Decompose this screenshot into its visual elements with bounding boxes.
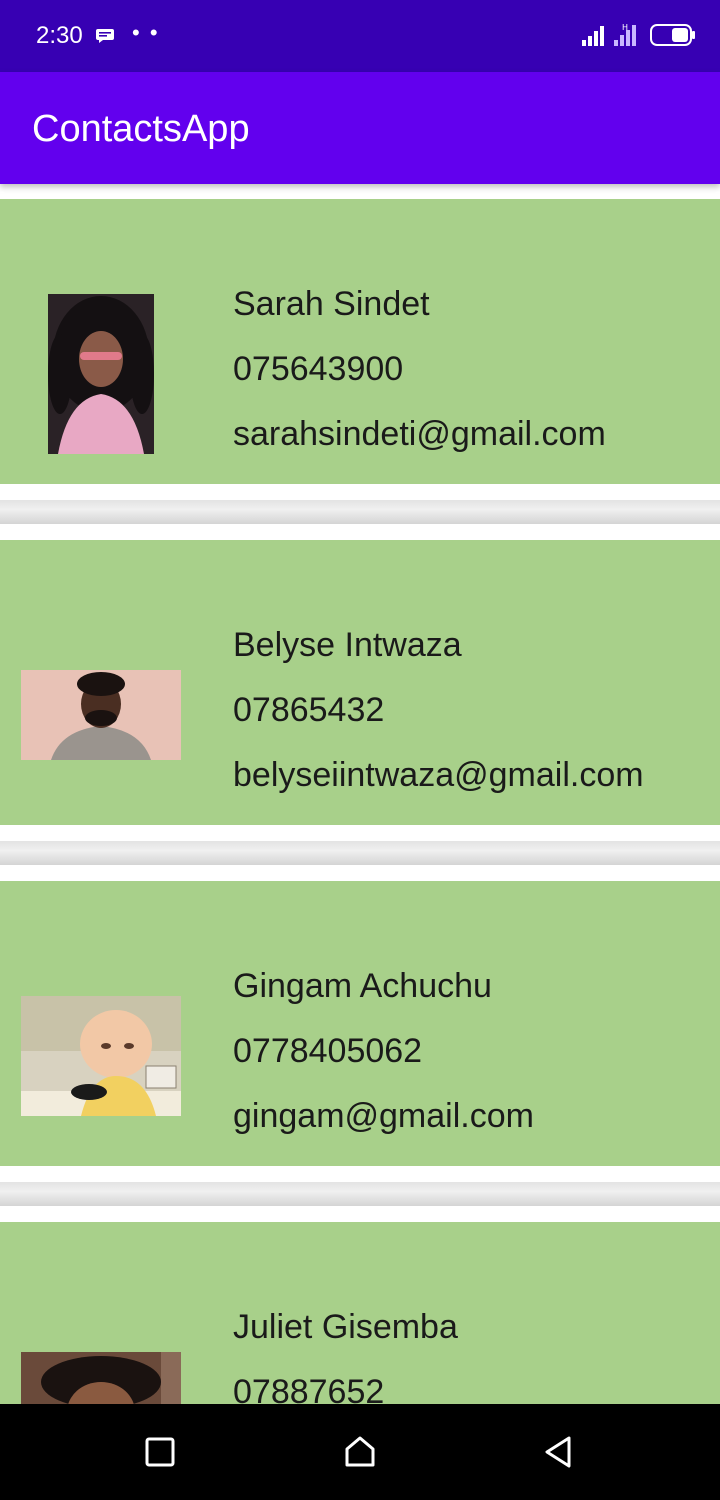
card-divider: [0, 500, 720, 524]
contact-phone[interactable]: 0778405062: [233, 1031, 534, 1096]
card-divider: [0, 1182, 720, 1206]
contact-name: Gingam Achuchu: [233, 967, 492, 1005]
contact-phone[interactable]: 07865432: [233, 690, 644, 755]
contact-card[interactable]: Juliet Gisemba 07887652: [0, 1222, 720, 1404]
contact-name: Belyse Intwaza: [233, 626, 462, 664]
contact-photo: [21, 996, 181, 1116]
svg-text:H: H: [622, 23, 628, 32]
contact-card[interactable]: Belyse Intwaza 07865432 belyseiintwaza@g…: [0, 540, 720, 825]
signal-alt-icon: H: [614, 23, 636, 46]
contact-name: Juliet Gisemba: [233, 1308, 458, 1346]
contact-photo: [21, 1352, 181, 1404]
contact-info: Belyse Intwaza 07865432 belyseiintwaza@g…: [233, 625, 644, 820]
card-divider: [0, 841, 720, 865]
contact-card[interactable]: Gingam Achuchu 0778405062 gingam@gmail.c…: [0, 881, 720, 1166]
contact-info: Gingam Achuchu 0778405062 gingam@gmail.c…: [233, 966, 534, 1161]
contact-name: Sarah Sindet: [233, 285, 430, 323]
contact-email[interactable]: belyseiintwaza@gmail.com: [233, 755, 644, 820]
contact-info: Sarah Sindet 075643900 sarahsindeti@gmai…: [233, 284, 606, 479]
status-notification-dots: • •: [132, 20, 160, 45]
contact-info: Juliet Gisemba 07887652: [233, 1307, 458, 1404]
home-icon[interactable]: [342, 1434, 378, 1470]
contact-list[interactable]: Sarah Sindet 075643900 sarahsindeti@gmai…: [0, 184, 720, 1404]
message-icon: [96, 29, 114, 43]
signal-icon: [582, 26, 604, 46]
app-bar: ContactsApp: [0, 72, 720, 184]
navigation-bar: [0, 1404, 720, 1500]
back-icon[interactable]: [540, 1434, 576, 1470]
contact-card[interactable]: Sarah Sindet 075643900 sarahsindeti@gmai…: [0, 199, 720, 484]
status-time: 2:30: [36, 22, 83, 49]
recents-square-icon[interactable]: [142, 1434, 178, 1470]
contact-phone[interactable]: 075643900: [233, 349, 606, 414]
battery-icon: [650, 24, 695, 46]
contact-photo: [21, 670, 181, 760]
status-bar: 2:30 • • H: [0, 0, 720, 72]
contact-email[interactable]: sarahsindeti@gmail.com: [233, 414, 606, 479]
contact-email[interactable]: gingam@gmail.com: [233, 1096, 534, 1161]
contact-photo: [48, 294, 154, 454]
app-title: ContactsApp: [32, 108, 250, 150]
contact-phone[interactable]: 07887652: [233, 1372, 458, 1404]
